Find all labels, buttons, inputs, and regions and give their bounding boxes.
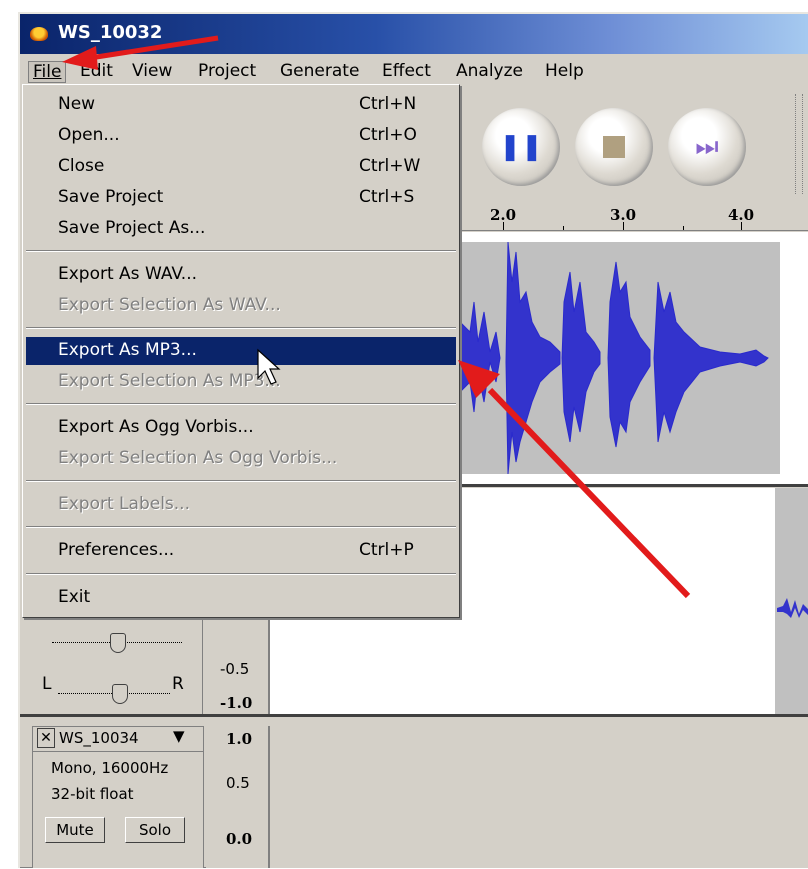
menu-item-export-labels: Export Labels... xyxy=(26,491,456,519)
toolbar-grip[interactable] xyxy=(795,94,803,194)
menu-item-label: Open... xyxy=(58,125,120,145)
track-1-waveform-area[interactable] xyxy=(459,232,808,487)
menu-item-label: Preferences... xyxy=(58,540,175,560)
pan-left-label: L xyxy=(42,674,52,694)
skip-end-icon: ⏭ xyxy=(695,132,719,162)
menu-item-shortcut: Ctrl+O xyxy=(359,125,417,145)
menu-generate[interactable]: Generate xyxy=(280,61,359,81)
ruler-tick xyxy=(563,226,564,230)
menu-item-label: Export Selection As MP3... xyxy=(58,371,281,391)
track-3-name-bar[interactable]: ✕ WS_10034 ▼ xyxy=(33,727,203,752)
menu-separator xyxy=(26,327,456,329)
menu-item-label: New xyxy=(58,94,96,114)
menu-item-save-project-as[interactable]: Save Project As... xyxy=(26,215,456,243)
scale-label: -0.5 xyxy=(220,660,250,678)
menu-item-label: Exit xyxy=(58,587,91,607)
menu-item-label: Export Selection As WAV... xyxy=(58,295,281,315)
track-3-format: Mono, 16000Hz xyxy=(51,759,169,777)
menu-item-shortcut: Ctrl+S xyxy=(359,187,415,207)
menu-item-save-project[interactable]: Save Project Ctrl+S xyxy=(26,184,456,212)
menu-item-close[interactable]: Close Ctrl+W xyxy=(26,153,456,181)
track-2-selected-region xyxy=(775,488,808,714)
menu-separator xyxy=(26,573,456,575)
timeline-ruler[interactable]: 2.0 3.0 4.0 xyxy=(460,200,808,231)
scale-label: -1.0 xyxy=(220,694,253,712)
menu-file[interactable]: File xyxy=(28,61,67,83)
pan-right-label: R xyxy=(172,674,184,694)
menu-bar: File Edit View Project Generate Effect A… xyxy=(20,54,808,86)
gain-slider[interactable] xyxy=(52,633,182,653)
menu-item-preferences[interactable]: Preferences... Ctrl+P xyxy=(26,537,456,565)
scale-label: 1.0 xyxy=(226,730,253,748)
gain-slider-thumb[interactable] xyxy=(110,633,126,653)
track-3-bit-depth: 32-bit float xyxy=(51,785,134,803)
menu-analyze[interactable]: Analyze xyxy=(456,61,523,81)
pause-icon: ❚❚ xyxy=(499,132,543,162)
stop-button[interactable] xyxy=(575,108,653,186)
pause-button[interactable]: ❚❚ xyxy=(482,108,560,186)
solo-button[interactable]: Solo xyxy=(125,817,185,843)
transport-toolbar: ❚❚ ⏭ xyxy=(460,90,800,200)
ruler-tick xyxy=(503,222,504,230)
menu-item-exit[interactable]: Exit xyxy=(26,584,456,612)
track-1-waveform xyxy=(459,241,769,475)
audacity-app-icon xyxy=(30,27,48,41)
track-3-name: WS_10034 xyxy=(59,729,139,747)
menu-effect[interactable]: Effect xyxy=(382,61,431,81)
menu-item-label: Export As MP3... xyxy=(58,340,197,360)
menu-item-export-mp3[interactable]: Export As MP3... xyxy=(26,337,456,365)
track-2-waveform xyxy=(777,598,808,618)
menu-separator xyxy=(26,250,456,252)
window-title: WS_10032 xyxy=(58,22,163,43)
pan-slider[interactable] xyxy=(58,684,170,704)
menu-edit[interactable]: Edit xyxy=(80,61,113,81)
mute-button[interactable]: Mute xyxy=(45,817,105,843)
selected-region xyxy=(459,241,780,475)
menu-item-label: Export Labels... xyxy=(58,494,190,514)
menu-item-label: Export Selection As Ogg Vorbis... xyxy=(58,448,338,468)
track-3-vertical-scale: 1.0 0.5 0.0 xyxy=(206,726,270,868)
menu-separator xyxy=(26,480,456,482)
menu-item-open[interactable]: Open... Ctrl+O xyxy=(26,122,456,150)
track-3-waveform-area[interactable] xyxy=(270,726,808,868)
menu-item-export-selection-mp3: Export Selection As MP3... xyxy=(26,368,456,396)
menu-item-label: Export As Ogg Vorbis... xyxy=(58,417,254,437)
ruler-tick xyxy=(623,222,624,230)
menu-item-label: Save Project xyxy=(58,187,164,207)
scale-label: 0.0 xyxy=(226,830,253,848)
menu-item-shortcut: Ctrl+P xyxy=(359,540,414,560)
skip-to-end-button[interactable]: ⏭ xyxy=(668,108,746,186)
menu-view[interactable]: View xyxy=(132,61,172,81)
ruler-tick xyxy=(741,222,742,230)
menu-item-export-ogg[interactable]: Export As Ogg Vorbis... xyxy=(26,414,456,442)
menu-item-export-selection-wav: Export Selection As WAV... xyxy=(26,292,456,320)
menu-item-export-selection-ogg: Export Selection As Ogg Vorbis... xyxy=(26,445,456,473)
menu-project[interactable]: Project xyxy=(198,61,256,81)
menu-item-label: Save Project As... xyxy=(58,218,206,238)
menu-item-label: Export As WAV... xyxy=(58,264,198,284)
menu-help[interactable]: Help xyxy=(545,61,584,81)
title-bar: WS_10032 xyxy=(20,14,808,54)
track-close-button[interactable]: ✕ xyxy=(37,728,55,748)
pan-slider-thumb[interactable] xyxy=(112,684,128,704)
chevron-down-icon[interactable]: ▼ xyxy=(173,727,185,745)
menu-item-new[interactable]: New Ctrl+N xyxy=(26,91,456,119)
track-3-control-panel[interactable]: ✕ WS_10034 ▼ Mono, 16000Hz 32-bit float … xyxy=(32,726,204,868)
menu-item-shortcut: Ctrl+W xyxy=(359,156,421,176)
menu-item-shortcut: Ctrl+N xyxy=(359,94,417,114)
menu-item-export-wav[interactable]: Export As WAV... xyxy=(26,261,456,289)
file-menu-dropdown: New Ctrl+N Open... Ctrl+O Close Ctrl+W Save… xyxy=(22,84,460,618)
menu-separator xyxy=(26,403,456,405)
track-divider xyxy=(20,714,808,717)
stop-icon xyxy=(575,132,653,165)
menu-separator xyxy=(26,526,456,528)
scale-label: 0.5 xyxy=(226,774,250,792)
menu-item-label: Close xyxy=(58,156,105,176)
ruler-tick xyxy=(683,226,684,230)
